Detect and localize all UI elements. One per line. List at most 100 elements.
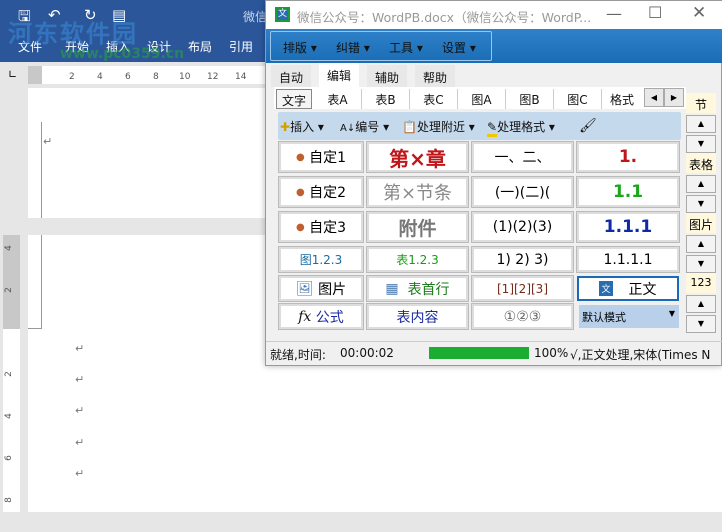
figure-caption-button[interactable]: 图1.2.3	[278, 246, 364, 273]
scroll-left-icon[interactable]: ◀	[644, 88, 664, 107]
status-info: √,正文处理,宋体(Times N	[570, 348, 711, 362]
status-text: 就绪,时间:	[270, 348, 326, 362]
body-text-button[interactable]: 文正文	[577, 276, 679, 301]
menu-tools[interactable]: 工具 ▾	[389, 39, 423, 56]
numbering-circled-button[interactable]: ①②③	[471, 303, 574, 330]
subtab-figure-a[interactable]: 图A	[458, 89, 506, 109]
cell-label: 自定2	[309, 185, 347, 201]
toolbar-label: 处理格式	[497, 120, 546, 134]
document-icon: 📋	[402, 120, 417, 134]
toolbar-label: 处理附近	[416, 120, 465, 134]
subtab-text[interactable]: 文字	[276, 89, 312, 109]
tab-help[interactable]: 帮助	[415, 65, 456, 87]
custom3-button[interactable]: ● 自定3	[278, 211, 364, 243]
heading1-button[interactable]: 1.	[576, 141, 680, 173]
ruler-tick: 14	[235, 72, 247, 82]
numbering-chinese-button[interactable]: 一、二、	[471, 141, 574, 173]
numbering-bracket-button[interactable]: [1][2][3]	[471, 275, 574, 302]
side-label-number: 123	[686, 273, 716, 293]
word-title: 微信	[243, 10, 268, 24]
table-header-button[interactable]: ▦ 表首行	[366, 275, 469, 302]
vruler-tick: 8	[3, 497, 14, 503]
dialog-title-bar[interactable]: 文 微信公众号：WordPB.docx（微信公众号：WordP... — ☐ ✕	[266, 1, 722, 29]
tab-stop-selector[interactable]: ∟	[8, 68, 17, 81]
toolbar-label: 插入	[290, 120, 315, 134]
cell-label: 图片	[318, 281, 347, 298]
bullet-icon: ●	[295, 151, 305, 163]
ribbon-tab-references[interactable]: 引用	[229, 38, 253, 55]
process-nearby-button[interactable]: 📋处理附近 ▾	[402, 118, 475, 135]
numbering-paren-digit-button[interactable]: (1)(2)(3)	[471, 211, 574, 243]
close-button[interactable]: ✕	[692, 3, 706, 23]
number-up-button[interactable]: ▲	[686, 295, 716, 313]
table-down-button[interactable]: ▼	[686, 195, 716, 213]
appendix-button[interactable]: 附件	[366, 211, 469, 243]
custom2-button[interactable]: ● 自定2	[278, 176, 364, 208]
subtab-format[interactable]: 格式	[602, 89, 642, 109]
format-painter-icon[interactable]: 🖌	[579, 118, 597, 134]
picture-button[interactable]: 🖼 图片	[278, 275, 364, 302]
ruler-tick: 12	[207, 72, 219, 82]
numbering-half-paren-button[interactable]: 1) 2) 3)	[471, 246, 574, 273]
subtab-table-c[interactable]: 表C	[410, 89, 458, 109]
subtab-table-a[interactable]: 表A	[314, 89, 362, 109]
menu-layout[interactable]: 排版 ▾	[283, 39, 317, 56]
tab-auto[interactable]: 自动	[271, 65, 312, 87]
section-up-button[interactable]: ▲	[686, 115, 716, 133]
vruler-tick: 2	[3, 287, 14, 293]
ruler-tick: 4	[97, 72, 103, 82]
figure-up-button[interactable]: ▲	[686, 235, 716, 253]
chevron-down-icon: ▼	[668, 309, 675, 318]
paragraph-mark: ↵	[75, 342, 85, 355]
table-content-button[interactable]: 表内容	[366, 303, 469, 330]
menu-label: 工具	[389, 41, 414, 55]
heading4-button[interactable]: 1.1.1.1	[576, 246, 680, 273]
process-format-button[interactable]: ✎处理格式 ▾	[487, 118, 555, 137]
ribbon-tab-layout[interactable]: 布局	[188, 38, 212, 55]
tab-edit[interactable]: 编辑	[319, 63, 360, 87]
table-caption-button[interactable]: 表1.2.3	[366, 246, 469, 273]
insert-button[interactable]: ✚插入 ▾	[280, 118, 324, 135]
menu-label: 排版	[283, 41, 308, 55]
sort-az-icon: A↓	[340, 123, 356, 134]
paragraph-mark: ↵	[75, 404, 85, 417]
heading3-button[interactable]: 1.1.1	[576, 211, 680, 243]
section-down-button[interactable]: ▼	[686, 135, 716, 153]
status-bar: 就绪,时间: 00:00:02 100% √,正文处理,宋体(Times N	[266, 341, 722, 365]
maximize-button[interactable]: ☐	[648, 3, 662, 22]
edit-toolbar	[278, 112, 681, 140]
ruler-tick: 2	[69, 72, 75, 82]
figure-down-button[interactable]: ▼	[686, 255, 716, 273]
mode-select[interactable]: 默认模式 ▼	[579, 305, 679, 328]
app-icon: 文	[275, 7, 290, 22]
subtab-table-b[interactable]: 表B	[362, 89, 410, 109]
custom1-button[interactable]: ● 自定1	[278, 141, 364, 173]
menu-label: 设置	[442, 41, 467, 55]
heading2-button[interactable]: 1.1	[576, 176, 680, 208]
numbering-paren-chinese-button[interactable]: (一)(二)(	[471, 176, 574, 208]
table-icon: ▦	[385, 280, 399, 297]
menu-settings[interactable]: 设置 ▾	[442, 39, 476, 56]
chapter-button[interactable]: 第×章	[366, 141, 469, 173]
dialog-menu-bar: 排版 ▾ 纠错 ▾ 工具 ▾ 设置 ▾	[266, 29, 722, 63]
tab-assist[interactable]: 辅助	[367, 65, 408, 87]
wordpb-dialog: 文 微信公众号：WordPB.docx（微信公众号：WordP... — ☐ ✕…	[265, 0, 722, 366]
formula-button[interactable]: fx 公式	[278, 303, 364, 330]
pencil-icon: ✎	[487, 120, 498, 137]
paragraph-mark: ↵	[75, 467, 85, 480]
vruler-tick: 6	[3, 455, 14, 461]
section-button[interactable]: 第×节条	[366, 176, 469, 208]
subtab-figure-b[interactable]: 图B	[506, 89, 554, 109]
minimize-button[interactable]: —	[606, 4, 622, 23]
scroll-right-icon[interactable]: ▶	[664, 88, 684, 107]
cell-label: 公式	[315, 309, 344, 326]
number-down-button[interactable]: ▼	[686, 315, 716, 333]
subtab-figure-c[interactable]: 图C	[554, 89, 602, 109]
progress-label: 100%	[534, 346, 569, 360]
table-up-button[interactable]: ▲	[686, 175, 716, 193]
toolbar-label: 编号	[355, 120, 380, 134]
menu-correct[interactable]: 纠错 ▾	[336, 39, 370, 56]
cell-label: 自定3	[309, 220, 347, 236]
numbering-button[interactable]: A↓编号 ▾	[340, 118, 389, 135]
status-time: 00:00:02	[340, 346, 394, 360]
